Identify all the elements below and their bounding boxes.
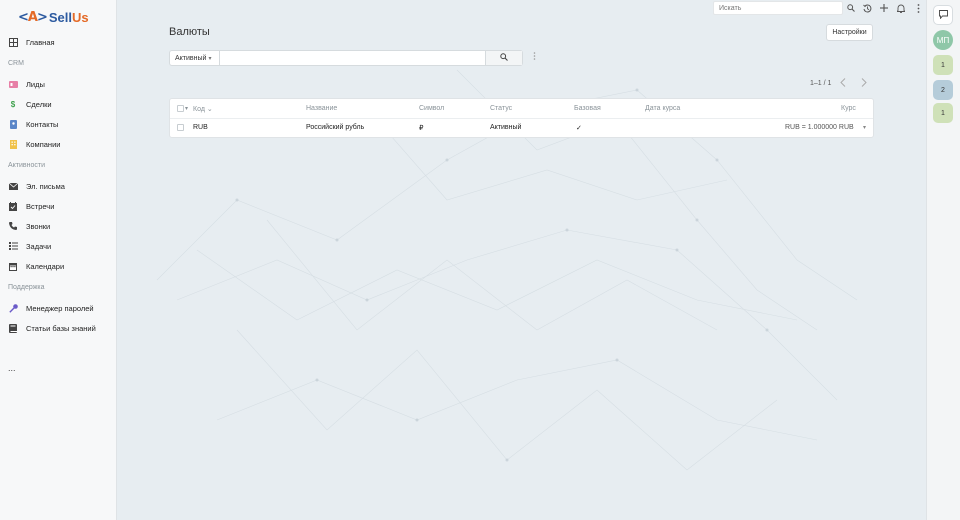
sidebar-item-label: Лиды bbox=[26, 79, 45, 89]
sidebar-item-leads[interactable]: Лиды bbox=[0, 74, 117, 94]
search-icon[interactable] bbox=[845, 2, 857, 14]
sidebar-item-calls[interactable]: Звонки bbox=[0, 216, 117, 236]
tasks-icon bbox=[8, 241, 18, 251]
kebab-menu-icon[interactable] bbox=[912, 2, 924, 14]
sidebar-item-meetings[interactable]: Встречи bbox=[0, 196, 117, 216]
sidebar-section-activities: Активности bbox=[8, 161, 46, 169]
id-card-icon bbox=[8, 79, 18, 89]
book-icon bbox=[8, 323, 18, 333]
next-page-icon[interactable] bbox=[861, 78, 867, 89]
rail-badge[interactable]: 2 bbox=[933, 80, 953, 100]
logo-bracket-left: < bbox=[18, 9, 29, 25]
sidebar-item-label: Контакты bbox=[26, 119, 59, 129]
page-title: Валюты bbox=[169, 26, 210, 38]
sidebar-item-deals[interactable]: $ Сделки bbox=[0, 94, 117, 114]
logo-text-b: Us bbox=[72, 9, 89, 25]
status-filter-select[interactable]: Активный ▾ bbox=[170, 51, 220, 65]
column-header-base[interactable]: Базовая bbox=[574, 105, 601, 112]
select-caret-icon[interactable]: ▾ bbox=[185, 105, 188, 112]
sidebar-item-home[interactable]: Главная bbox=[0, 32, 117, 52]
column-header-label: Код bbox=[193, 106, 205, 113]
row-caret-icon[interactable]: ▾ bbox=[863, 124, 866, 131]
rail-badge[interactable]: 1 bbox=[933, 103, 953, 123]
cell-name: Российский рубль bbox=[306, 124, 365, 131]
sidebar-nav: Главная CRM Лиды $ Сделки Контакты Компа… bbox=[0, 32, 117, 378]
sidebar-item-label: Календари bbox=[26, 261, 65, 271]
sidebar-more-button[interactable]: ... bbox=[0, 358, 117, 378]
column-header-rate[interactable]: Курс bbox=[841, 105, 856, 112]
right-rail: МП 1 2 1 bbox=[926, 0, 960, 520]
logo-letter: A bbox=[27, 9, 38, 25]
prev-page-icon[interactable] bbox=[840, 78, 846, 89]
sidebar-item-knowledge-base[interactable]: Статьи базы знаний bbox=[0, 318, 117, 338]
building-icon bbox=[8, 139, 18, 149]
logo-bracket-right: > bbox=[36, 9, 48, 25]
rail-badge[interactable]: 1 bbox=[933, 55, 953, 75]
header-divider bbox=[170, 118, 873, 119]
calendar-check-icon bbox=[8, 201, 18, 211]
filter-text-input[interactable] bbox=[220, 51, 485, 65]
filter-more-icon[interactable] bbox=[533, 52, 536, 62]
row-checkbox[interactable] bbox=[177, 124, 184, 131]
caret-down-icon: ▾ bbox=[208, 55, 212, 62]
global-search-input[interactable] bbox=[713, 1, 843, 15]
dollar-icon: $ bbox=[10, 99, 16, 109]
calendar-icon bbox=[8, 261, 18, 271]
sidebar-item-label: Эл. письма bbox=[26, 181, 65, 191]
cell-status: Активный bbox=[490, 124, 522, 131]
sidebar-section-crm: CRM bbox=[8, 59, 24, 67]
sidebar-item-label: Статьи базы знаний bbox=[26, 323, 96, 333]
sidebar-item-label: Сделки bbox=[26, 99, 52, 109]
status-filter-value: Активный bbox=[175, 54, 207, 62]
sidebar-item-contacts[interactable]: Контакты bbox=[0, 114, 117, 134]
column-header-symbol[interactable]: Символ bbox=[419, 105, 444, 112]
sidebar: <A> SellUs Главная CRM Лиды $ Сделки Кон… bbox=[0, 0, 117, 520]
logo-mark: <A> bbox=[18, 9, 48, 25]
pagination-text: 1–1 / 1 bbox=[810, 80, 832, 87]
cell-code[interactable]: RUB bbox=[193, 124, 208, 131]
avatar[interactable]: МП bbox=[933, 30, 953, 50]
chat-button[interactable] bbox=[933, 5, 953, 25]
search-icon bbox=[500, 53, 508, 63]
column-header-rate-date[interactable]: Дата курса bbox=[645, 105, 680, 112]
key-icon bbox=[8, 303, 18, 313]
history-icon[interactable] bbox=[861, 2, 873, 14]
logo-text: SellUs bbox=[49, 10, 89, 25]
filter-bar: Активный ▾ bbox=[169, 50, 523, 66]
plus-icon[interactable] bbox=[878, 2, 890, 14]
cell-symbol: ₽ bbox=[419, 125, 424, 132]
settings-button[interactable]: Настройки bbox=[826, 24, 873, 41]
chat-icon bbox=[938, 9, 948, 21]
sidebar-item-calendars[interactable]: Календари bbox=[0, 256, 117, 276]
currencies-table: ▾ Код ⌄ Название Символ Статус Базовая Д… bbox=[169, 98, 874, 138]
bell-icon[interactable] bbox=[895, 2, 907, 14]
select-all-checkbox[interactable] bbox=[177, 105, 184, 112]
sidebar-item-password-manager[interactable]: Менеджер паролей bbox=[0, 298, 117, 318]
logo[interactable]: <A> SellUs bbox=[18, 8, 89, 26]
background-network bbox=[156, 69, 858, 471]
sidebar-item-label: Встречи bbox=[26, 201, 55, 211]
sidebar-item-label: Звонки bbox=[26, 221, 51, 231]
cell-rate: RUB = 1.000000 RUB bbox=[785, 124, 854, 131]
column-header-code[interactable]: Код ⌄ bbox=[193, 105, 213, 113]
check-icon: ✓ bbox=[576, 125, 582, 132]
sidebar-section-support: Поддержка bbox=[8, 283, 45, 291]
sidebar-item-emails[interactable]: Эл. письма bbox=[0, 176, 117, 196]
logo-text-a: Sell bbox=[48, 9, 72, 25]
envelope-icon bbox=[8, 181, 18, 191]
sidebar-item-tasks[interactable]: Задачи bbox=[0, 236, 117, 256]
column-header-status[interactable]: Статус bbox=[490, 105, 512, 112]
filter-search-button[interactable] bbox=[485, 51, 522, 65]
column-header-name[interactable]: Название bbox=[306, 105, 337, 112]
sidebar-item-label: Компании bbox=[26, 139, 61, 149]
sidebar-item-companies[interactable]: Компании bbox=[0, 134, 117, 154]
phone-icon bbox=[8, 221, 18, 231]
sidebar-item-label: Задачи bbox=[26, 241, 52, 251]
sidebar-item-label: Главная bbox=[26, 37, 55, 47]
sidebar-item-label: Менеджер паролей bbox=[26, 303, 94, 313]
chevron-down-icon: ⌄ bbox=[206, 106, 213, 113]
address-book-icon bbox=[8, 119, 18, 129]
grid-icon bbox=[8, 37, 18, 47]
